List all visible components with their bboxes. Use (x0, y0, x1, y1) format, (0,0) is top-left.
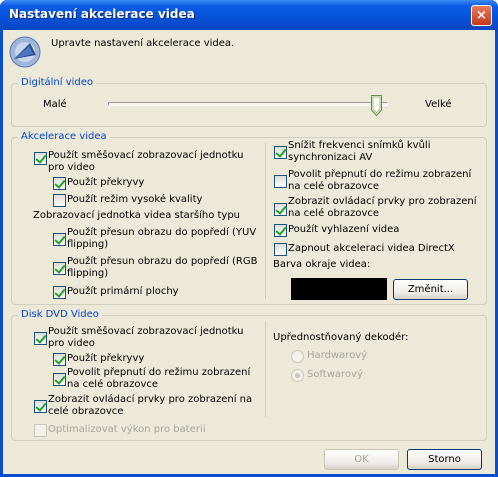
dvd-show-controls-checkbox[interactable] (34, 400, 47, 413)
use-mixing-renderer-label: Použít směšovací zobrazovací jednotku pro… (48, 150, 244, 173)
use-overlays-checkbox[interactable] (53, 177, 66, 190)
slider-max-label: Velké (425, 99, 452, 110)
change-color-button[interactable]: Změnit... (393, 279, 468, 300)
optimize-battery-label: Optimalizovat výkon pro baterii (48, 424, 206, 435)
primary-surfaces-label: Použít primární plochy (67, 286, 179, 297)
dialog-client-area: Upravte nastavení akcelerace videa. Digi… (3, 30, 495, 474)
acceleration-column-divider (265, 143, 266, 299)
dvd-allow-fullscreen-label: Povolit přepnutí do režimu zobrazení na c… (67, 367, 251, 390)
directx-acceleration-label: Zapnout akceleraci videa DirectX (288, 243, 455, 254)
border-color-label: Barva okraje videa: (273, 259, 371, 270)
window-title: Nastavení akcelerace videa (9, 7, 195, 21)
dvd-use-mixing-renderer-checkbox[interactable] (34, 332, 47, 345)
use-overlays-label: Použít překryvy (67, 177, 145, 188)
dvd-show-controls-label: Zobrazit ovládací prvky pro zobrazení na… (48, 394, 253, 417)
intro-text: Upravte nastavení akcelerace videa. (51, 38, 235, 49)
ok-button[interactable]: OK (324, 449, 399, 470)
use-high-quality-checkbox[interactable] (53, 194, 66, 207)
primary-surfaces-checkbox[interactable] (53, 286, 66, 299)
dvd-use-mixing-renderer-label: Použít směšovací zobrazovací jednotku pro… (48, 326, 244, 349)
directx-acceleration-checkbox[interactable] (274, 243, 287, 256)
title-bar: Nastavení akcelerace videa × (0, 0, 498, 30)
dialog-window: Nastavení akcelerace videa × Upravte nas… (0, 0, 498, 477)
use-high-quality-label: Použít režim vysoké kvality (67, 194, 203, 205)
reduce-framerate-label: Snížit frekvenci snímků kvůli synchroniza… (288, 140, 431, 163)
rgb-flipping-label: Použít přesun obrazu do popředí (RGB flip… (67, 256, 258, 279)
show-fullscreen-controls-checkbox[interactable] (274, 203, 287, 216)
use-mixing-renderer-checkbox[interactable] (34, 152, 47, 165)
border-color-swatch (291, 278, 387, 300)
digital-video-group-label: Digitální video (18, 77, 97, 88)
acceleration-group-label: Akcelerace videa (18, 131, 110, 142)
preferred-decoder-heading: Upřednostňovaný dekodér: (273, 332, 409, 343)
yuv-flipping-checkbox[interactable] (53, 233, 66, 246)
dvd-column-divider (265, 321, 266, 417)
video-smoothing-label: Použít vyhlazení videa (288, 224, 400, 235)
dvd-use-overlays-checkbox[interactable] (53, 353, 66, 366)
show-fullscreen-controls-label: Zobrazit ovládací prvky pro zobrazení na … (288, 196, 477, 219)
rgb-flipping-checkbox[interactable] (53, 262, 66, 275)
yuv-flipping-label: Použít přesun obrazu do popředí (YUV flip… (67, 227, 257, 250)
dvd-allow-fullscreen-checkbox[interactable] (53, 373, 66, 386)
legacy-renderer-heading: Zobrazovací jednotka videa staršího typu (33, 210, 241, 221)
video-size-slider-thumb[interactable] (371, 95, 382, 116)
slider-min-label: Malé (43, 99, 67, 110)
decoder-software-radio[interactable] (291, 369, 304, 382)
optimize-battery-checkbox[interactable] (34, 424, 47, 437)
video-acceleration-icon (9, 36, 41, 68)
decoder-hardware-label: Hardwarový (307, 350, 368, 361)
video-smoothing-checkbox[interactable] (274, 224, 287, 237)
video-size-slider-track[interactable] (108, 102, 388, 106)
reduce-framerate-checkbox[interactable] (274, 146, 287, 159)
dvd-use-overlays-label: Použít překryvy (67, 353, 145, 364)
close-button[interactable]: × (471, 5, 492, 26)
dvd-video-group-label: Disk DVD Video (18, 309, 102, 320)
decoder-software-label: Softwarový (307, 369, 363, 380)
allow-fullscreen-label: Povolit přepnutí do režimu zobrazení na c… (288, 169, 472, 192)
cancel-button[interactable]: Storno (407, 449, 482, 470)
decoder-hardware-radio[interactable] (291, 350, 304, 363)
allow-fullscreen-checkbox[interactable] (274, 175, 287, 188)
